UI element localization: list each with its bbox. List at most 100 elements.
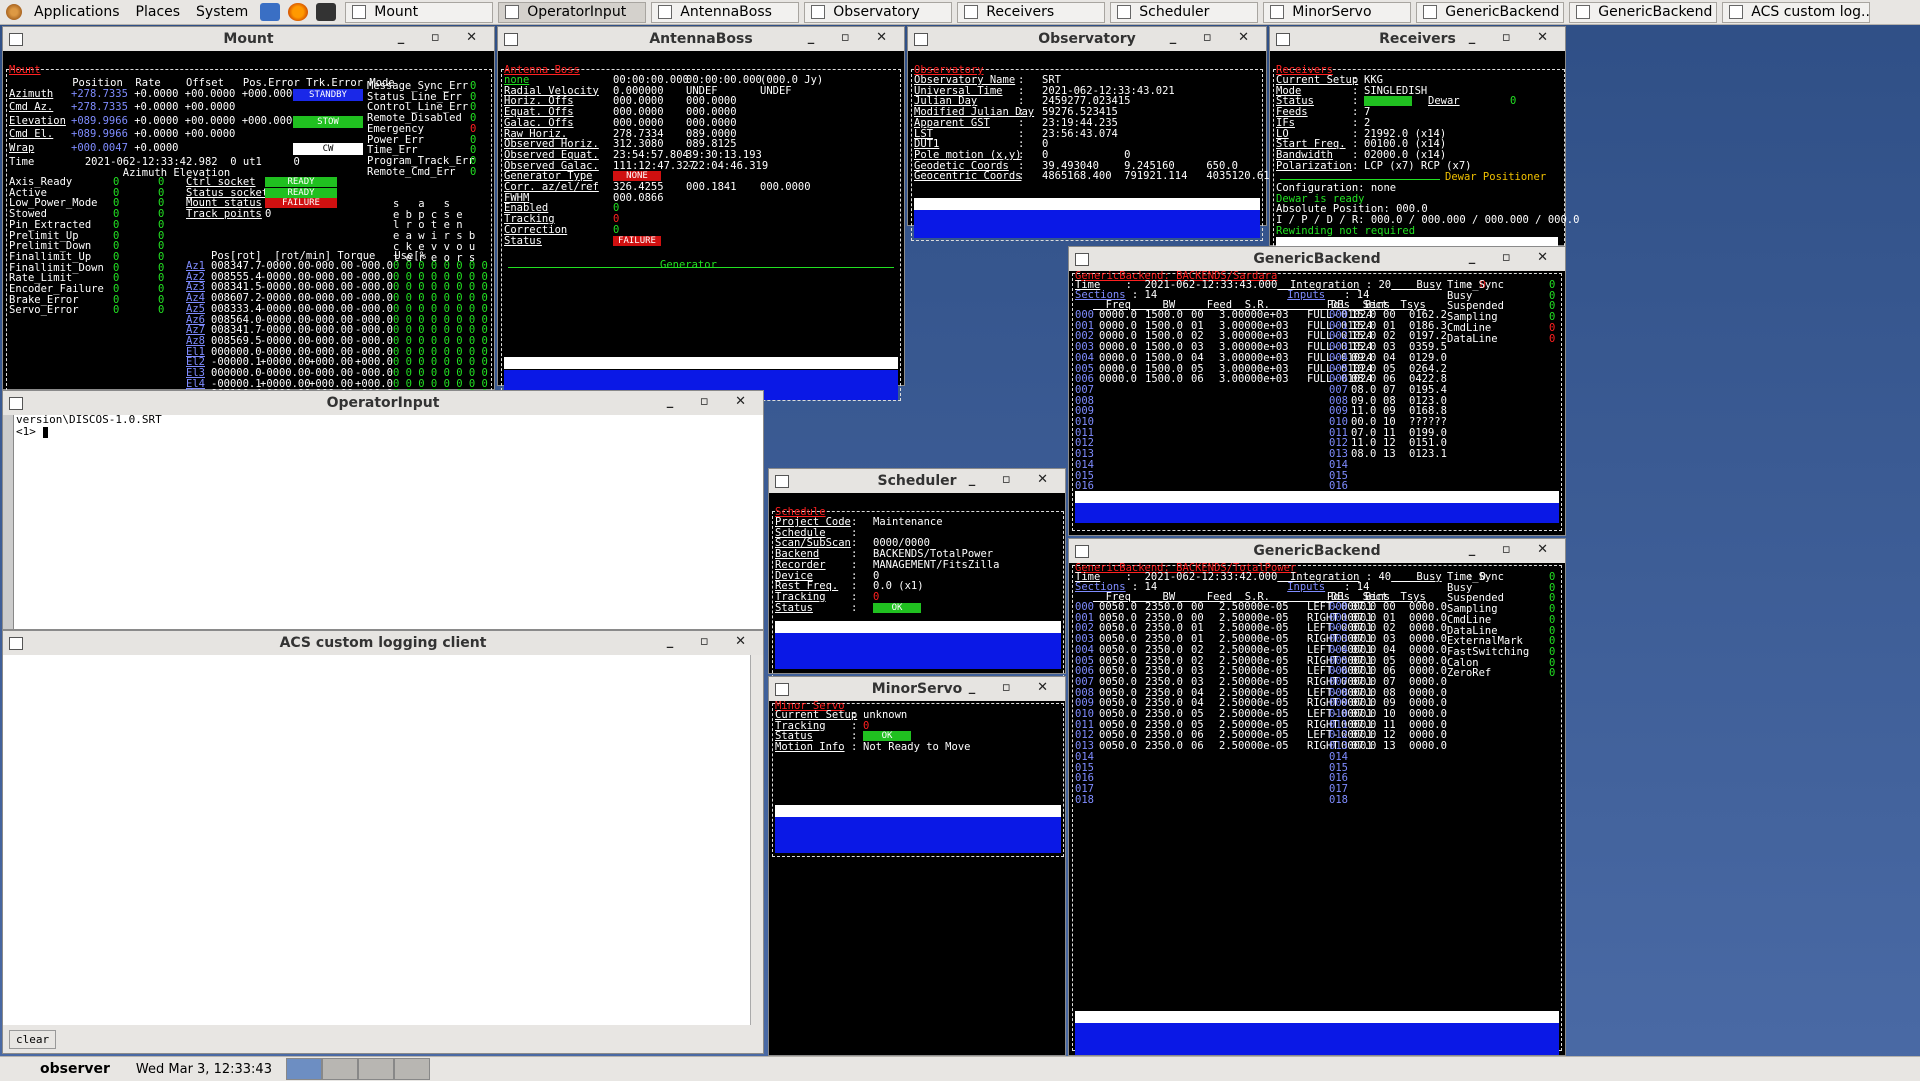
window-controls[interactable]: _ ▫ ✕: [667, 394, 757, 409]
text-cursor: [42, 426, 48, 438]
backend-flag-label: DataLine: [1447, 332, 1498, 345]
observatory-titlebar[interactable]: Observatory _ ▫ ✕: [908, 27, 1266, 51]
window-controls[interactable]: _ ▫ ✕: [969, 680, 1059, 695]
command-input-line[interactable]: [775, 805, 1061, 817]
observatory-panel: Observatory Observatory Name: SRT Universa…: [908, 51, 1301, 241]
window-icon: [1423, 5, 1438, 19]
menu-applications[interactable]: Applications: [26, 4, 128, 20]
backend-flag-value: 0: [1549, 667, 1556, 680]
generator-type-badge: NONE: [613, 171, 661, 182]
window-icon: [1576, 5, 1591, 19]
taskbar-label: Observatory: [833, 4, 920, 20]
ms-field-value: unknown: [863, 709, 908, 721]
taskbar-button[interactable]: Receivers: [957, 1, 1106, 23]
clock[interactable]: Wed Mar 3, 12:33:43: [136, 1062, 272, 1077]
section-index[interactable]: 018: [1075, 794, 1099, 806]
command-input-line[interactable]: [775, 621, 1061, 633]
menu-system[interactable]: System: [188, 4, 256, 20]
log-scrollbar[interactable]: [750, 655, 763, 1053]
main-menu: Applications Places System: [0, 0, 340, 24]
workspace-switcher[interactable]: [285, 1058, 430, 1080]
taskbar-button[interactable]: OperatorInput: [498, 1, 647, 23]
taskbar-label: AntennaBoss: [680, 4, 772, 20]
ms-field-value: 0: [863, 719, 870, 732]
workspace-1[interactable]: [285, 1058, 322, 1080]
workspace-3[interactable]: [357, 1058, 394, 1080]
taskbar-label: GenericBackend: [1445, 4, 1560, 20]
clear-button[interactable]: clear: [9, 1030, 57, 1049]
window-controls[interactable]: _ ▫ ✕: [1469, 30, 1559, 45]
window-icon: [1075, 253, 1089, 266]
command-output-box: [1075, 1023, 1559, 1055]
input-tsys: 0123.1: [1409, 448, 1447, 461]
terminal-launcher-icon[interactable]: [316, 3, 337, 21]
log-area[interactable]: clear: [3, 655, 763, 1053]
sched-field-label: Status: [775, 601, 813, 614]
window-icon: [775, 683, 789, 696]
taskbar-button[interactable]: MinorServo: [1263, 1, 1412, 23]
window-title: ACS custom logging client: [279, 635, 487, 651]
workspace-4[interactable]: [393, 1058, 430, 1080]
window-controls[interactable]: _ ▫ ✕: [1469, 250, 1559, 265]
section-cell: 2.50000e-05: [1219, 740, 1289, 753]
genericbackend-titlebar[interactable]: GenericBackend _ ▫ ✕: [1069, 539, 1565, 563]
mount-titlebar[interactable]: Mount _ ▫ ✕: [3, 27, 494, 51]
window-controls[interactable]: _ ▫ ✕: [1170, 30, 1260, 45]
input-index[interactable]: 018: [1329, 794, 1351, 806]
taskbar-button[interactable]: GenericBackend: [1416, 1, 1565, 23]
window-controls[interactable]: _ ▫ ✕: [398, 30, 488, 45]
taskbar-label: Receivers: [986, 4, 1055, 20]
workspace-2[interactable]: [321, 1058, 358, 1080]
taskbar-label: Mount: [374, 4, 419, 20]
taskbar-button[interactable]: GenericBackend: [1569, 1, 1718, 23]
bottom-panel: observer Wed Mar 3, 12:33:43: [0, 1056, 1920, 1081]
axis-position: +000.0047: [71, 141, 128, 154]
taskbar-label: MinorServo: [1292, 4, 1372, 20]
rx-field-label: Polarization: [1276, 159, 1352, 172]
firefox-launcher-icon[interactable]: [288, 3, 309, 21]
taskbar-button[interactable]: Mount: [345, 1, 494, 23]
sched-field-value: Maintenance: [873, 516, 943, 528]
receivers-titlebar[interactable]: Receivers _ ▫ ✕: [1270, 27, 1565, 51]
command-output-box: [914, 210, 1260, 238]
command-input-line[interactable]: [1075, 491, 1559, 503]
taskbar-button[interactable]: Observatory: [804, 1, 953, 23]
window-controls[interactable]: _ ▫ ✕: [667, 634, 757, 649]
command-input-line[interactable]: [1075, 1011, 1559, 1023]
window-controls[interactable]: _ ▫ ✕: [969, 472, 1059, 487]
scheduler-titlebar[interactable]: Scheduler _ ▫ ✕: [769, 469, 1065, 493]
command-input-line[interactable]: [504, 357, 898, 369]
operator-console[interactable]: version\DISCOS-1.0.SRT <1>: [3, 413, 763, 629]
status-el-value: 0: [158, 304, 165, 317]
gnome-foot-icon[interactable]: [6, 4, 22, 20]
task-list: Mount OperatorInput AntennaBoss Observatory…: [340, 1, 1871, 23]
status-label: Servo_Error: [9, 304, 79, 317]
taskbar-button[interactable]: AntennaBoss: [651, 1, 800, 23]
file-manager-launcher-icon[interactable]: [260, 3, 281, 21]
input-dbs: 07.0: [1351, 740, 1377, 753]
prompt-line[interactable]: <1>: [16, 425, 48, 438]
genericbackend-titlebar[interactable]: GenericBackend _ ▫ ✕: [1069, 247, 1565, 271]
status-az-value: 0: [113, 304, 120, 317]
acslog-titlebar[interactable]: ACS custom logging client _ ▫ ✕: [3, 631, 763, 655]
section-cell: 0050.0: [1099, 740, 1137, 753]
operatorinput-titlebar[interactable]: OperatorInput _ ▫ ✕: [3, 391, 763, 415]
sched-field-value: 0: [873, 590, 880, 603]
socket-label[interactable]: Track points: [186, 209, 262, 220]
input-sect: 13: [1383, 448, 1396, 461]
command-input-line[interactable]: [914, 198, 1260, 210]
antennaboss-panel: Antenna Boss none 00:00:00.000 00:00:00.00…: [498, 51, 904, 401]
window-controls[interactable]: _ ▫ ✕: [1469, 542, 1559, 557]
window-controls[interactable]: _ ▫ ✕: [808, 30, 898, 45]
taskbar-label: ACS custom log...: [1751, 4, 1871, 20]
menu-places[interactable]: Places: [128, 4, 189, 20]
window-icon: [9, 397, 23, 410]
obs-field-value: 23:56:43.074: [1042, 127, 1118, 140]
taskbar-button[interactable]: ACS custom log...: [1722, 1, 1871, 23]
minorservo-titlebar[interactable]: MinorServo _ ▫ ✕: [769, 677, 1065, 701]
window-icon: [9, 33, 23, 46]
antennaboss-titlebar[interactable]: AntennaBoss _ ▫ ✕: [498, 27, 904, 51]
taskbar-button[interactable]: Scheduler: [1110, 1, 1259, 23]
prompt-text: <1>: [16, 425, 43, 438]
console-scrollbar[interactable]: [3, 415, 14, 629]
